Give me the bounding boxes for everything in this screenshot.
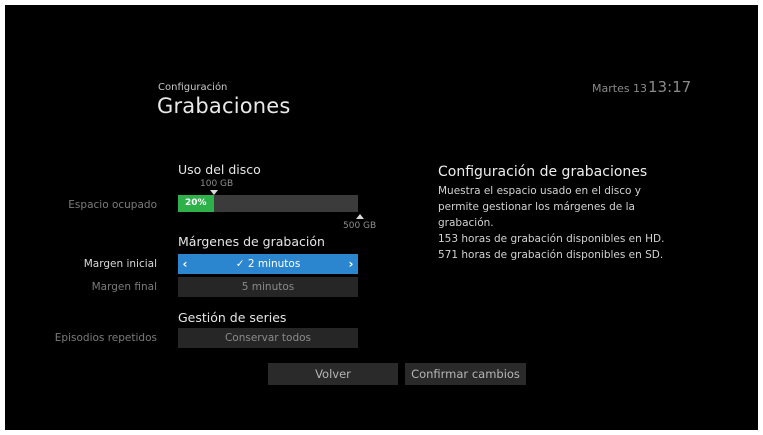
breadcrumb: Configuración [158, 82, 228, 93]
page-title: Grabaciones [157, 94, 291, 118]
confirm-changes-button[interactable]: Confirmar cambios [405, 363, 526, 385]
info-line: grabación. [438, 217, 494, 229]
chevron-left-icon[interactable]: ‹ [178, 254, 192, 274]
disk-section-title: Uso del disco [178, 162, 261, 177]
clock-day: Martes 13 [592, 82, 648, 95]
margin-initial-selector[interactable]: ‹ ✓ 2 minutos › [178, 254, 358, 274]
repeat-episodes-label: Episodios repetidos [54, 332, 157, 344]
repeat-episodes-value: Conservar todos [224, 332, 312, 344]
info-line: 153 horas de grabación disponibles en HD… [438, 233, 665, 245]
clock-time: 13:17 [648, 78, 692, 96]
back-button[interactable]: Volver [268, 363, 398, 385]
info-line: Muestra el espacio usado en el disco y [438, 185, 642, 197]
disk-total-tick: 500 GB [343, 221, 377, 231]
margin-final-value: 5 minutos [241, 281, 295, 293]
repeat-episodes-selector[interactable]: Conservar todos [178, 328, 358, 348]
disk-row-label: Espacio ocupado [68, 199, 157, 211]
margin-final-label: Margen final [91, 281, 157, 293]
triangle-up-icon [356, 214, 364, 219]
chevron-right-icon[interactable]: › [344, 254, 358, 274]
series-section-title: Gestión de series [178, 310, 287, 325]
margin-initial-value: ✓ 2 minutos [235, 258, 301, 270]
info-line: 571 horas de grabación disponibles en SD… [438, 249, 664, 261]
disk-used-tick: 100 GB [200, 179, 234, 189]
disk-usage-percent: 20% [185, 198, 207, 208]
disk-usage-fill: 20% [178, 195, 214, 212]
settings-screen: Configuración Grabaciones Martes 13 13:1… [5, 5, 758, 430]
info-title: Configuración de grabaciones [438, 164, 648, 180]
margins-section-title: Márgenes de grabación [178, 234, 325, 249]
margin-initial-label: Margen inicial [83, 258, 157, 270]
disk-usage-bar: 20% [178, 195, 358, 212]
info-line: permite gestionar los márgenes de la [438, 201, 635, 213]
margin-final-selector[interactable]: 5 minutos [178, 277, 358, 297]
